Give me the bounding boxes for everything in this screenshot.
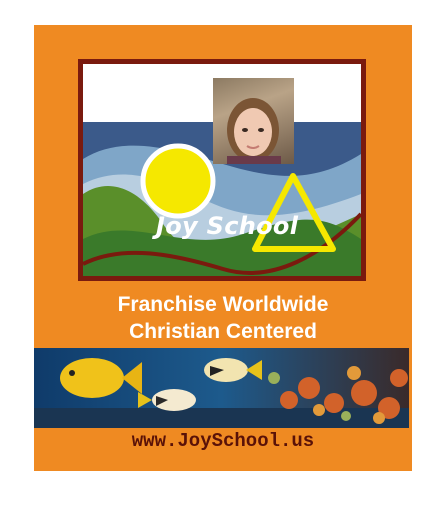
joy-school-logo: Joy School xyxy=(83,64,361,276)
reef-fish-image xyxy=(34,348,409,428)
joyschool-flyer: Joy School Franchise Worldwide Christian… xyxy=(34,25,412,471)
logo-title: Joy School xyxy=(156,212,299,240)
coral-reef-banner xyxy=(34,348,409,428)
tagline-franchise: Franchise Worldwide xyxy=(117,293,329,316)
tagline-christian: Christian Centered xyxy=(129,320,317,343)
logo-frame: Joy School xyxy=(78,59,366,281)
child-photo xyxy=(213,78,294,164)
website-url[interactable]: www.JoySchool.us xyxy=(34,430,412,452)
child-portrait-image xyxy=(227,98,281,164)
